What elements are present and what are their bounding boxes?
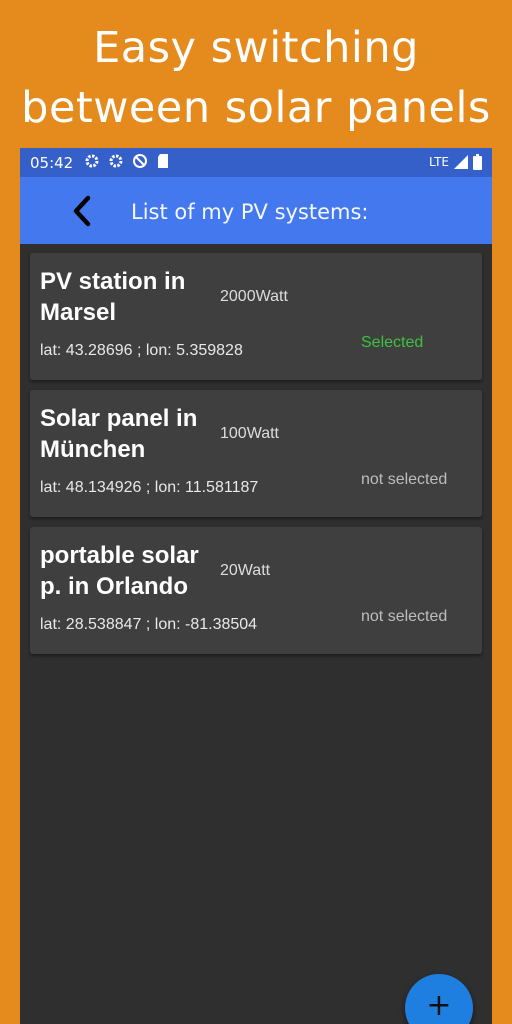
pv-system-coordinates: lat: 43.28696 ; lon: 5.359828 bbox=[40, 342, 243, 359]
plus-icon: + bbox=[426, 988, 452, 1023]
pv-system-power: 20Watt bbox=[220, 562, 271, 579]
pv-system-card[interactable]: Solar panel in München 100Watt lat: 48.1… bbox=[30, 390, 482, 517]
battery-icon bbox=[473, 154, 482, 170]
signal-icon bbox=[454, 155, 468, 169]
promo-line-1: Easy switching bbox=[93, 23, 419, 73]
gear-icon bbox=[109, 154, 123, 168]
pv-system-status: Selected bbox=[361, 334, 424, 351]
add-pv-system-button[interactable]: + bbox=[405, 974, 473, 1024]
sd-card-icon bbox=[158, 154, 168, 168]
pv-system-coordinates: lat: 48.134926 ; lon: 11.581187 bbox=[40, 479, 259, 496]
pv-system-power: 2000Watt bbox=[220, 288, 288, 305]
pv-system-status: not selected bbox=[361, 471, 448, 488]
at-sign-icon bbox=[133, 154, 147, 168]
pv-system-power: 100Watt bbox=[220, 425, 279, 442]
status-bar: 05:42 LTE bbox=[20, 148, 492, 177]
promo-headline: Easy switching between solar panels bbox=[0, 18, 512, 138]
app-bar: List of my PV systems: bbox=[20, 177, 492, 244]
promo-line-2: between solar panels bbox=[21, 83, 491, 133]
pv-system-card[interactable]: portable solar p. in Orlando 20Watt lat:… bbox=[30, 527, 482, 654]
pv-system-card[interactable]: PV station in Marsel 2000Watt lat: 43.28… bbox=[30, 253, 482, 380]
pv-system-name: Solar panel in München bbox=[40, 405, 198, 463]
status-right-icons: LTE bbox=[429, 154, 482, 170]
phone-screen: 05:42 LTE List of my PV systems: PV stat… bbox=[20, 148, 492, 1024]
status-notification-icons bbox=[84, 153, 170, 169]
pv-system-name: portable solar p. in Orlando bbox=[40, 542, 199, 600]
status-time: 05:42 bbox=[30, 154, 74, 172]
gear-icon bbox=[85, 154, 99, 168]
page-title: List of my PV systems: bbox=[131, 200, 369, 224]
pv-system-status: not selected bbox=[361, 608, 448, 625]
pv-system-coordinates: lat: 28.538847 ; lon: -81.38504 bbox=[40, 616, 258, 633]
back-button[interactable] bbox=[64, 191, 104, 231]
network-type: LTE bbox=[429, 155, 449, 169]
pv-system-name: PV station in Marsel bbox=[40, 268, 186, 326]
chevron-left-icon bbox=[73, 195, 91, 227]
